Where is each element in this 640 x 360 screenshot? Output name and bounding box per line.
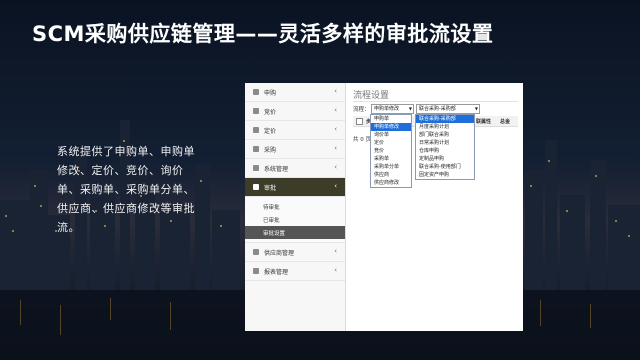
- dropdown-option[interactable]: 固定资产申购: [416, 171, 474, 179]
- dropdown-option[interactable]: 联合采购-使用部门: [416, 163, 474, 171]
- divider: [353, 101, 518, 102]
- dropdown-option[interactable]: 月度采购计划: [416, 123, 474, 131]
- approval-submenu: 待审批 已审批 审批设置: [245, 197, 345, 243]
- category-select[interactable]: 联合采购-采购部 ▼: [416, 104, 480, 114]
- app-screenshot: 申购 ‹ 竞价 ‹ 定价 ‹ 采购 ‹ 系统管理 ‹ 审批 ‹ 待审批 已审批 …: [245, 83, 523, 331]
- chevron-left-icon: ‹: [334, 106, 337, 114]
- page-title: 流程设置: [353, 91, 390, 101]
- sidebar-item-label: 采购: [264, 146, 277, 154]
- dropdown-option[interactable]: 采购单: [371, 155, 411, 163]
- dropdown-option[interactable]: 供应商: [371, 171, 411, 179]
- dropdown-option[interactable]: 采购单分单: [371, 163, 411, 171]
- sidebar: 申购 ‹ 竞价 ‹ 定价 ‹ 采购 ‹ 系统管理 ‹ 审批 ‹ 待审批 已审批 …: [245, 83, 346, 331]
- dropdown-option[interactable]: 竞价: [371, 147, 411, 155]
- sidebar-item-pricing[interactable]: 定价 ‹: [245, 121, 345, 140]
- chevron-left-icon: ‹: [334, 247, 337, 255]
- dropdown-option[interactable]: 申购单修改: [371, 123, 411, 131]
- cart-icon: [253, 89, 259, 95]
- flow-select[interactable]: 申购单修改 ▼: [371, 104, 414, 114]
- col-total: 总金: [500, 119, 511, 125]
- sidebar-item-procurement[interactable]: 采购 ‹: [245, 140, 345, 159]
- sidebar-item-label: 竞价: [264, 108, 277, 116]
- sidebar-item-bidding[interactable]: 竞价 ‹: [245, 102, 345, 121]
- sidebar-item-approval[interactable]: 审批 ‹: [245, 178, 345, 197]
- submenu-pending[interactable]: 待审批: [245, 200, 345, 213]
- dropdown-option[interactable]: 供应商修改: [371, 179, 411, 187]
- dropdown-arrow-icon: ▼: [408, 106, 412, 111]
- sidebar-item-label: 系统管理: [264, 165, 289, 173]
- chevron-down-icon: ‹: [334, 182, 337, 190]
- flow-select-value: 申购单修改: [374, 106, 400, 112]
- dropdown-arrow-icon: ▼: [474, 106, 478, 111]
- gear-icon: [253, 165, 259, 171]
- sidebar-item-supplier[interactable]: 供应商管理 ‹: [245, 243, 345, 262]
- price-icon: [253, 127, 259, 133]
- slide-description: 系统提供了申购单、申购单修改、定价、竞价、询价单、采购单、采购单分单、供应商、供…: [57, 145, 195, 234]
- col-attribute: 联属性: [476, 119, 492, 125]
- main-panel: 流程设置 流程： 申购单修改 ▼ 联合采购-采购部 ▼ 步 联属性 总金 共 0…: [346, 83, 523, 331]
- sidebar-item-label: 报表管理: [264, 268, 289, 276]
- dropdown-option[interactable]: 定制品申购: [416, 155, 474, 163]
- submenu-approved[interactable]: 已审批: [245, 213, 345, 226]
- chevron-left-icon: ‹: [334, 266, 337, 274]
- dropdown-option[interactable]: 联合采购-采购部: [416, 115, 474, 123]
- check-icon: [253, 184, 259, 190]
- sidebar-item-reports[interactable]: 报表管理 ‹: [245, 262, 345, 281]
- page-count: 共 0 页: [353, 137, 371, 143]
- chevron-left-icon: ‹: [334, 163, 337, 171]
- select-all-checkbox[interactable]: [356, 118, 363, 125]
- sidebar-item-label: 审批: [264, 184, 277, 192]
- sidebar-item-label: 供应商管理: [264, 249, 295, 257]
- sidebar-item-system[interactable]: 系统管理 ‹: [245, 159, 345, 178]
- dropdown-option[interactable]: 仓库申购: [416, 147, 474, 155]
- dropdown-option[interactable]: 询价单: [371, 131, 411, 139]
- flow-dropdown-list: 申购单 申购单修改 询价单 定价 竞价 采购单 采购单分单 供应商 供应商修改: [370, 114, 412, 188]
- dropdown-option[interactable]: 日常采购计划: [416, 139, 474, 147]
- sidebar-item-label: 定价: [264, 127, 277, 135]
- chevron-left-icon: ‹: [334, 87, 337, 95]
- chevron-left-icon: ‹: [334, 144, 337, 152]
- tag-icon: [253, 108, 259, 114]
- slide-title: SCM采购供应链管理——灵活多样的审批流设置: [32, 22, 494, 46]
- sidebar-item-label: 申购: [264, 89, 277, 97]
- basket-icon: [253, 146, 259, 152]
- category-select-value: 联合采购-采购部: [419, 106, 456, 112]
- user-icon: [253, 249, 259, 255]
- dropdown-option[interactable]: 定价: [371, 139, 411, 147]
- category-dropdown-list: 联合采购-采购部 月度采购计划 部门联合采购 日常采购计划 仓库申购 定制品申购 联合采购-…: [415, 114, 475, 180]
- flow-label: 流程：: [353, 107, 370, 113]
- report-icon: [253, 268, 259, 274]
- dropdown-option[interactable]: 申购单: [371, 115, 411, 123]
- sidebar-item-purchase-request[interactable]: 申购 ‹: [245, 83, 345, 102]
- submenu-approval-settings[interactable]: 审批设置: [245, 226, 345, 239]
- chevron-left-icon: ‹: [334, 125, 337, 133]
- dropdown-option[interactable]: 部门联合采购: [416, 131, 474, 139]
